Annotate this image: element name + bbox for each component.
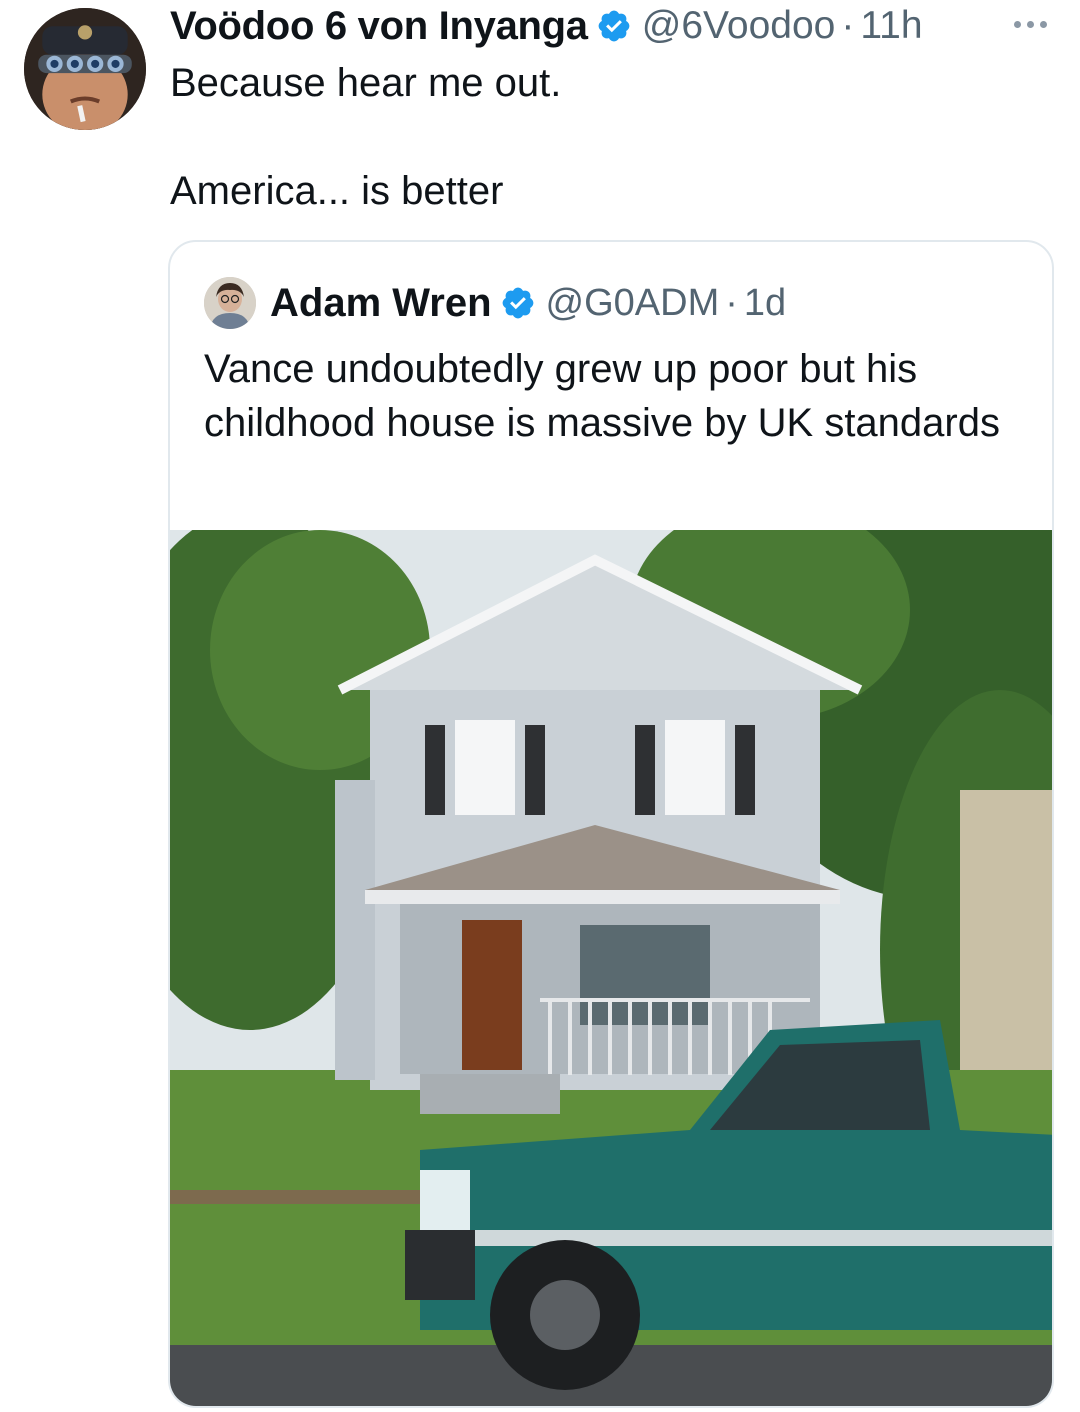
avatar-photo bbox=[204, 277, 256, 329]
more-dot bbox=[1013, 20, 1021, 28]
more-options-icon[interactable] bbox=[1006, 14, 1054, 34]
quoted-author-avatar[interactable] bbox=[204, 277, 256, 329]
tweet-meta: @6Voodoo · 11h bbox=[642, 4, 923, 48]
tweet-text: Because hear me out. America... is bette… bbox=[170, 61, 562, 213]
author-handle[interactable]: @6Voodoo bbox=[642, 4, 836, 47]
quoted-tweet-text: Vance undoubtedly grew up poor but his c… bbox=[204, 347, 1000, 445]
meta-separator: · bbox=[841, 4, 855, 47]
quoted-author-handle[interactable]: @G0ADM bbox=[546, 282, 720, 324]
avatar-photo bbox=[24, 8, 146, 130]
verified-badge-icon bbox=[500, 285, 536, 321]
house-with-pickup-truck-photo bbox=[170, 530, 1052, 1406]
more-dot bbox=[1026, 20, 1034, 28]
quoted-tweet-image[interactable] bbox=[170, 530, 1052, 1406]
quoted-tweet-time[interactable]: 1d bbox=[744, 282, 786, 324]
quoted-tweet-header: Adam Wren @G0ADM · 1d bbox=[204, 277, 787, 329]
more-dot bbox=[1039, 20, 1047, 28]
author-avatar[interactable] bbox=[24, 8, 146, 130]
tweet-header: Voödoo 6 von Inyanga @6Voodoo · 11h bbox=[170, 2, 923, 50]
verified-badge-icon bbox=[596, 8, 632, 44]
author-name[interactable]: Voödoo 6 von Inyanga bbox=[170, 4, 588, 49]
meta-separator: · bbox=[725, 281, 738, 324]
quoted-tweet[interactable]: Adam Wren @G0ADM · 1d Vance undoubtedly gr… bbox=[168, 240, 1054, 1408]
quoted-tweet-meta: @G0ADM · 1d bbox=[546, 282, 787, 325]
quoted-author-name[interactable]: Adam Wren bbox=[270, 281, 492, 326]
tweet-time[interactable]: 11h bbox=[860, 4, 922, 47]
